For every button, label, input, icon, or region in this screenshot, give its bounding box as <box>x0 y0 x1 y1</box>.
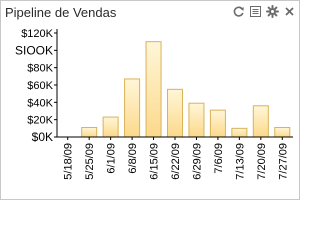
refresh-icon[interactable] <box>231 4 246 19</box>
x-tick-label: 6/15/09 <box>149 143 161 180</box>
bar-6-29-09[interactable] <box>188 102 205 138</box>
y-tick-label: $0K <box>32 130 53 144</box>
x-tick-label: 6/8/09 <box>127 143 139 174</box>
list-icon[interactable] <box>248 4 263 19</box>
bar-7-27-09[interactable] <box>274 126 291 138</box>
widget-title: Pipeline de Vendas <box>5 5 117 20</box>
bar-6-15-09[interactable] <box>145 41 162 138</box>
y-tick-label: $120K <box>21 28 53 40</box>
y-tick-label: SIOOK <box>15 43 53 57</box>
x-tick-label: 7/27/09 <box>277 143 289 180</box>
x-tick-label: 7/6/09 <box>213 143 225 174</box>
y-tick-label: $20K <box>27 115 53 127</box>
bar-7-6-09[interactable] <box>209 109 226 138</box>
close-icon[interactable] <box>282 4 297 19</box>
y-tick-label: $60K <box>27 80 53 92</box>
x-tick-label: 6/29/09 <box>191 143 203 180</box>
x-tick-label: 6/22/09 <box>170 143 182 180</box>
y-tick-label: $80K <box>27 63 53 75</box>
pipeline-widget: Pipeline de Vendas $0K $20K $40K $60K $8… <box>0 0 300 200</box>
bar-7-20-09[interactable] <box>252 105 269 138</box>
widget-toolbar <box>231 4 297 19</box>
pipeline-bar-chart: $0K $20K $40K $60K $80K SIOOK $120K 5/18/09 5/2… <box>15 28 293 180</box>
x-axis: 5/18/09 5/25/09 6/1/09 6/8/09 6/15/09 6/22/09… <box>57 136 293 180</box>
widget-titlebar: Pipeline de Vendas <box>1 1 299 22</box>
bar-6-22-09[interactable] <box>166 88 184 138</box>
x-tick-label: 7/20/09 <box>256 143 268 180</box>
bar-6-8-09[interactable] <box>124 78 141 138</box>
y-tick-label: $40K <box>27 97 53 109</box>
bars <box>81 41 291 138</box>
x-tick-label: 5/25/09 <box>84 143 96 180</box>
x-tick-label: 6/1/09 <box>106 143 118 174</box>
x-tick-label: 7/13/09 <box>234 143 246 180</box>
bar-7-13-09[interactable] <box>231 127 248 138</box>
x-tick-label: 5/18/09 <box>63 143 75 180</box>
gear-icon[interactable] <box>265 4 280 19</box>
bar-5-25-09[interactable] <box>81 126 98 138</box>
bar-6-1-09[interactable] <box>102 116 119 138</box>
y-axis: $0K $20K $40K $60K $80K SIOOK $120K <box>15 28 58 144</box>
